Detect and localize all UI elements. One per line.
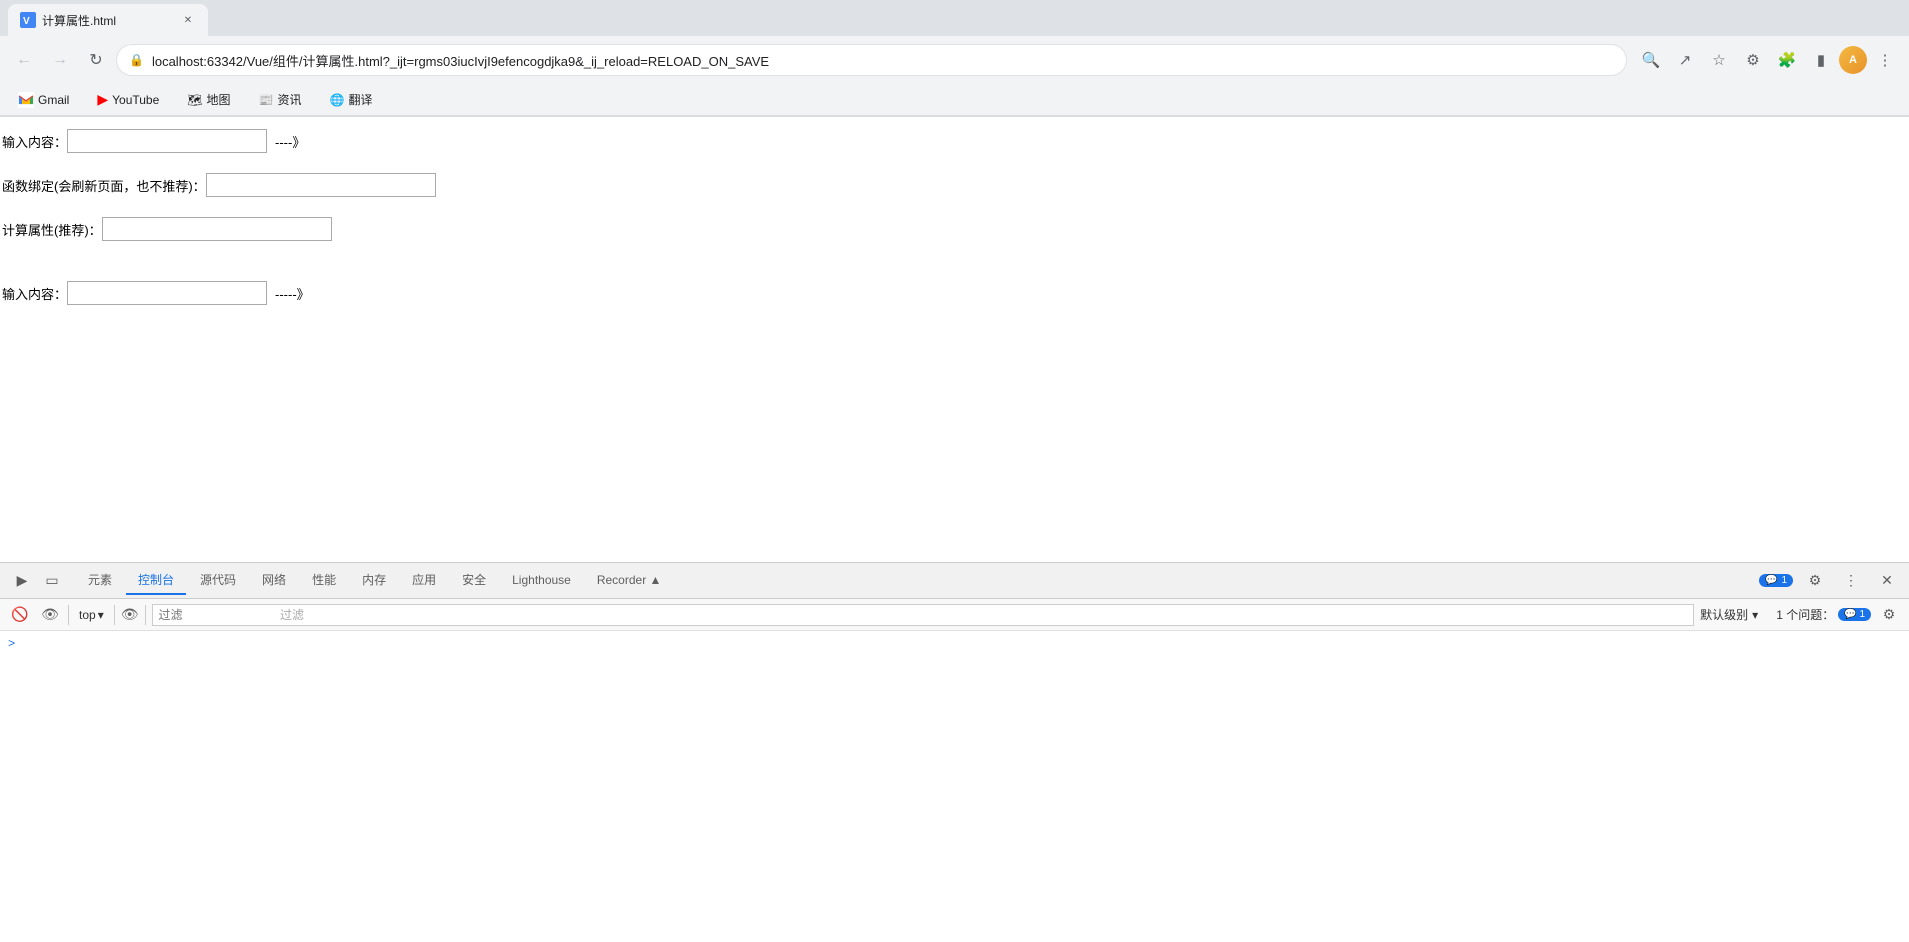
tab-favicon: V xyxy=(20,12,36,28)
translate-icon: 🌐 xyxy=(330,93,345,107)
bookmark-news[interactable]: 📰 资讯 xyxy=(253,89,308,110)
label-computed: 计算属性(推荐)： xyxy=(2,220,102,239)
console-filter-button[interactable]: 👁 xyxy=(38,603,62,627)
input-field-2[interactable] xyxy=(67,281,267,305)
computed-input[interactable] xyxy=(102,217,332,241)
tab-close-button[interactable]: ✕ xyxy=(180,12,196,28)
bookmark-youtube-label: YouTube xyxy=(112,93,159,107)
page-content: 输入内容： ----》 函数绑定(会刷新页面，也不推荐)： 计算属性(推荐)： … xyxy=(0,117,1909,563)
puzzle-button[interactable]: 🧩 xyxy=(1771,44,1803,76)
issues-count: 1 xyxy=(1859,609,1865,620)
bookmark-translate[interactable]: 🌐 翻译 xyxy=(324,89,379,110)
back-button[interactable]: ← xyxy=(8,44,40,76)
label-input-1: 输入内容： xyxy=(2,132,67,151)
context-label: top xyxy=(79,608,96,622)
bookmark-gmail-label: Gmail xyxy=(38,93,69,107)
avatar[interactable]: A xyxy=(1839,46,1867,74)
devtools-tab-console[interactable]: 控制台 xyxy=(126,567,186,595)
bookmark-map-label: 地图 xyxy=(207,91,231,108)
tab-title: 计算属性.html xyxy=(42,12,174,29)
reload-button[interactable]: ↻ xyxy=(80,44,112,76)
issues-count-badge[interactable]: 💬 1 xyxy=(1838,608,1871,621)
extension-button[interactable]: ⚙ xyxy=(1737,44,1769,76)
bookmark-gmail[interactable]: Gmail xyxy=(12,90,75,110)
log-level-chevron-icon: ▾ xyxy=(1752,608,1758,622)
search-button[interactable]: 🔍 xyxy=(1635,44,1667,76)
console-chevron-icon: > xyxy=(8,637,15,651)
address-bar[interactable]: 🔒 localhost:63342/Vue/组件/计算属性.html?_ijt=… xyxy=(116,44,1627,76)
bookmark-news-label: 资讯 xyxy=(277,91,301,108)
devtools-tab-sources[interactable]: 源代码 xyxy=(188,567,248,595)
map-icon: 🗺 xyxy=(187,93,202,107)
devtools-close-button[interactable]: ✕ xyxy=(1873,567,1901,595)
arrow-1: ----》 xyxy=(275,132,305,151)
form-row-4: 输入内容： -----》 xyxy=(0,281,1909,305)
issues-label: 1 个问题： xyxy=(1776,606,1834,623)
devtools-tab-memory[interactable]: 内存 xyxy=(350,567,398,595)
log-level-selector[interactable]: 默认级别 ▾ xyxy=(1700,606,1758,623)
issues-chat-icon: 💬 xyxy=(1844,609,1856,620)
youtube-icon: ▶ xyxy=(97,91,108,108)
nav-bar: ← → ↻ 🔒 localhost:63342/Vue/组件/计算属性.html… xyxy=(0,36,1909,84)
toolbar-separator xyxy=(68,605,69,625)
devtools-header-right: 💬 1 ⚙ ⋮ ✕ xyxy=(1759,567,1901,595)
console-settings-button[interactable]: ⚙ xyxy=(1877,603,1901,627)
console-filter-input[interactable] xyxy=(152,604,1695,626)
label-input-2: 输入内容： xyxy=(2,284,67,303)
bookmark-translate-label: 翻译 xyxy=(348,91,372,108)
console-prompt-row[interactable]: > xyxy=(8,635,1901,653)
svg-text:V: V xyxy=(23,16,30,27)
security-icon: 🔒 xyxy=(129,53,144,67)
arrow-2: -----》 xyxy=(275,284,310,303)
devtools-tab-elements[interactable]: 元素 xyxy=(76,567,124,595)
devtools-tab-network[interactable]: 网络 xyxy=(250,567,298,595)
toolbar-separator-2 xyxy=(114,605,115,625)
devtools-tab-lighthouse[interactable]: Lighthouse xyxy=(500,567,583,595)
log-level-label: 默认级别 xyxy=(1700,606,1748,623)
browser-tab[interactable]: V 计算属性.html ✕ xyxy=(8,4,208,36)
news-icon: 📰 xyxy=(259,93,274,107)
devtools-more-button[interactable]: ⋮ xyxy=(1837,567,1865,595)
toolbar-separator-3 xyxy=(145,605,146,625)
console-chat-icon: 💬 xyxy=(1765,575,1777,586)
console-content[interactable]: > xyxy=(0,631,1909,942)
devtools-panel: ▶ ▭ 元素 控制台 源代码 网络 性能 内存 应用 安全 Lighthouse xyxy=(0,562,1909,942)
nav-icons: 🔍 ↗ ☆ ⚙ 🧩 ▮ A ⋮ xyxy=(1635,44,1901,76)
context-chevron-icon: ▾ xyxy=(98,608,104,622)
gmail-icon xyxy=(18,92,34,108)
context-selector[interactable]: top ▾ xyxy=(75,606,108,624)
devtools-tab-application[interactable]: 应用 xyxy=(400,567,448,595)
issues-section: 1 个问题： 💬 1 xyxy=(1776,606,1871,623)
sidebar-button[interactable]: ▮ xyxy=(1805,44,1837,76)
devtools-tab-security[interactable]: 安全 xyxy=(450,567,498,595)
devtools-settings-button[interactable]: ⚙ xyxy=(1801,567,1829,595)
devtools-controls: ▶ ▭ xyxy=(8,567,66,595)
bookmarks-bar: Gmail ▶ YouTube 🗺 地图 📰 资讯 🌐 翻译 xyxy=(0,84,1909,116)
devtools-tab-recorder[interactable]: Recorder ▲ xyxy=(585,567,674,595)
form-row-2: 函数绑定(会刷新页面，也不推荐)： xyxy=(0,173,1909,197)
eye-icon: 👁 xyxy=(121,606,139,623)
url-text: localhost:63342/Vue/组件/计算属性.html?_ijt=rg… xyxy=(152,51,1614,70)
label-function-bind: 函数绑定(会刷新页面，也不推荐)： xyxy=(2,176,206,195)
forward-button[interactable]: → xyxy=(44,44,76,76)
browser-chrome: V 计算属性.html ✕ ← → ↻ 🔒 localhost:63342/Vu… xyxy=(0,0,1909,117)
devtools-tab-performance[interactable]: 性能 xyxy=(300,567,348,595)
form-row-1: 输入内容： ----》 xyxy=(0,129,1909,153)
devtools-inspect-button[interactable]: ▶ xyxy=(8,567,36,595)
input-field-1[interactable] xyxy=(67,129,267,153)
bookmark-map[interactable]: 🗺 地图 xyxy=(181,89,236,110)
bookmark-youtube[interactable]: ▶ YouTube xyxy=(91,89,165,110)
console-toolbar: 🚫 👁 top ▾ 👁 过滤 默认级别 ▾ 1 个问题： 💬 1 ⚙ xyxy=(0,599,1909,631)
devtools-device-button[interactable]: ▭ xyxy=(38,567,66,595)
console-issues-badge[interactable]: 💬 1 xyxy=(1759,574,1793,587)
tab-bar: V 计算属性.html ✕ xyxy=(0,0,1909,36)
devtools-tab-bar: ▶ ▭ 元素 控制台 源代码 网络 性能 内存 应用 安全 Lighthouse xyxy=(0,563,1909,599)
function-bind-input[interactable] xyxy=(206,173,436,197)
console-badge-count: 1 xyxy=(1781,575,1787,586)
console-clear-button[interactable]: 🚫 xyxy=(8,603,32,627)
bookmark-button[interactable]: ☆ xyxy=(1703,44,1735,76)
menu-button[interactable]: ⋮ xyxy=(1869,44,1901,76)
share-button[interactable]: ↗ xyxy=(1669,44,1701,76)
form-row-3: 计算属性(推荐)： xyxy=(0,217,1909,241)
